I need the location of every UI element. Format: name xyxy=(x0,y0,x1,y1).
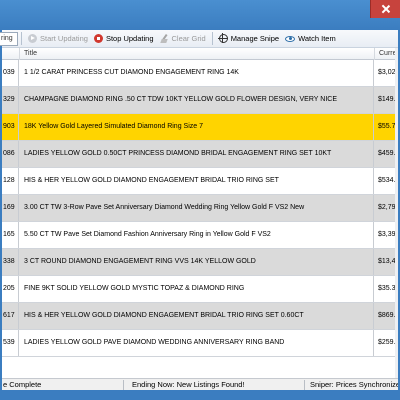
status-right: Sniper: Prices Synchronized xyxy=(310,380,398,389)
start-updating-label: Start Updating xyxy=(40,34,88,43)
crosshair-icon xyxy=(217,33,228,43)
status-middle: Ending Now: New Listings Found! xyxy=(126,380,305,390)
clear-grid-label: Clear Grid xyxy=(171,34,206,43)
item-id-cell: 329 xyxy=(2,87,19,113)
table-row[interactable]: 086 LADIES YELLOW GOLD 0.50CT PRINCESS DI… xyxy=(2,141,398,168)
column-header-id[interactable] xyxy=(2,48,20,60)
listings-grid[interactable]: Title Current 0391 1/2 CARAT PRINCESS CU… xyxy=(2,48,398,378)
item-title-cell: 3.00 CT TW 3-Row Pave Set Anniversary Di… xyxy=(20,195,374,221)
item-title-cell: 1 1/2 CARAT PRINCESS CUT DIAMOND ENGAGEM… xyxy=(20,60,374,86)
eye-icon xyxy=(285,35,296,42)
item-id-cell: 338 xyxy=(2,249,19,275)
watch-item-button[interactable]: Watch Item xyxy=(282,31,339,47)
grid-header: Title Current xyxy=(2,48,398,60)
item-id-cell: 039 xyxy=(2,60,19,86)
manage-snipe-button[interactable]: Manage Snipe xyxy=(216,31,282,47)
play-icon xyxy=(28,34,37,43)
item-title-cell: LADIES YELLOW GOLD PAVE DIAMOND WEDDING … xyxy=(20,330,374,356)
item-title-cell: 5.50 CT TW Pave Set Diamond Fashion Anni… xyxy=(20,222,374,248)
table-row[interactable]: 539 LADIES YELLOW GOLD PAVE DIAMOND WEDDI… xyxy=(2,330,398,357)
column-header-title[interactable]: Title xyxy=(20,48,375,60)
stop-updating-button[interactable]: Stop Updating xyxy=(91,31,157,47)
start-updating-button[interactable]: Start Updating xyxy=(25,31,91,47)
item-title-cell: 3 CT ROUND DIAMOND ENGAGEMENT RING VVS 1… xyxy=(20,249,374,275)
item-id-cell: 086 xyxy=(2,141,19,167)
table-row[interactable]: 205 FINE 9KT SOLID YELLOW GOLD MYSTIC TOP… xyxy=(2,276,398,303)
window-close-button[interactable] xyxy=(370,0,400,18)
status-bar: e Complete Ending Now: New Listings Foun… xyxy=(2,378,398,390)
search-input[interactable]: ring xyxy=(0,31,18,46)
table-row[interactable]: 329 CHAMPAGNE DIAMOND RING .50 CT TDW 10K… xyxy=(2,87,398,114)
toolbar: ring Start Updating Stop Updating Clear … xyxy=(0,30,398,48)
table-row[interactable]: 165 5.50 CT TW Pave Set Diamond Fashion A… xyxy=(2,222,398,249)
status-left: e Complete xyxy=(2,380,124,390)
item-id-cell: 903 xyxy=(2,114,19,140)
table-row[interactable]: 039 1 1/2 CARAT PRINCESS CUT DIAMOND ENGA… xyxy=(2,60,398,87)
item-id-cell: 617 xyxy=(2,303,19,329)
item-title-cell: FINE 9KT SOLID YELLOW GOLD MYSTIC TOPAZ … xyxy=(20,276,374,302)
item-id-cell: 165 xyxy=(2,222,19,248)
item-title-cell: HIS & HER YELLOW GOLD DIAMOND ENGAGEMENT… xyxy=(20,168,374,194)
toolbar-separator xyxy=(21,32,22,45)
table-row[interactable]: 169 3.00 CT TW 3-Row Pave Set Anniversary… xyxy=(2,195,398,222)
window-border-bottom xyxy=(0,390,400,400)
table-row[interactable]: 338 3 CT ROUND DIAMOND ENGAGEMENT RING VV… xyxy=(2,249,398,276)
watch-item-label: Watch Item xyxy=(298,34,336,43)
broom-icon xyxy=(160,34,169,43)
manage-snipe-label: Manage Snipe xyxy=(230,34,280,43)
table-row-selected[interactable]: 903 18K Yellow Gold Layered Simulated Dia… xyxy=(2,114,398,141)
item-id-cell: 169 xyxy=(2,195,19,221)
stop-updating-label: Stop Updating xyxy=(105,34,154,43)
toolbar-separator xyxy=(211,32,213,45)
window-titlebar xyxy=(0,0,400,30)
item-id-cell: 205 xyxy=(2,276,19,302)
stop-icon xyxy=(93,34,103,43)
item-title-cell: HIS & HER YELLOW GOLD DIAMOND ENGAGEMENT… xyxy=(20,303,374,329)
item-title-cell: CHAMPAGNE DIAMOND RING .50 CT TDW 10KT Y… xyxy=(20,87,374,113)
item-title-cell: 18K Yellow Gold Layered Simulated Diamon… xyxy=(20,114,374,140)
vertical-scrollbar[interactable] xyxy=(395,48,398,378)
table-row[interactable]: 617 HIS & HER YELLOW GOLD DIAMOND ENGAGEM… xyxy=(2,303,398,330)
table-row[interactable]: 128 HIS & HER YELLOW GOLD DIAMOND ENGAGEM… xyxy=(2,168,398,195)
item-id-cell: 128 xyxy=(2,168,19,194)
item-id-cell: 539 xyxy=(2,330,19,356)
clear-grid-button[interactable]: Clear Grid xyxy=(157,31,209,47)
item-title-cell: LADIES YELLOW GOLD 0.50CT PRINCESS DIAMO… xyxy=(20,141,374,167)
